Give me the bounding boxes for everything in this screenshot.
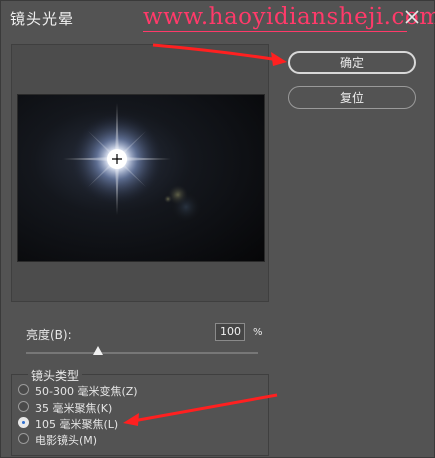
brightness-slider-thumb[interactable]	[92, 346, 103, 355]
watermark-underline	[143, 31, 407, 32]
percent-unit: %	[253, 327, 263, 338]
flare-preview[interactable]	[17, 94, 265, 262]
watermark-text: www.haoyidiansheji.com	[143, 4, 435, 30]
lens-flare-dialog: 镜头光晕 www.haoyidiansheji.com 确定 复位 亮度(B):…	[0, 0, 435, 458]
radio-label: 105 毫米聚焦(L)	[35, 418, 119, 431]
ok-button[interactable]: 确定	[288, 51, 416, 74]
radio-button[interactable]	[18, 401, 29, 412]
radio-button[interactable]	[18, 384, 29, 395]
radio-label: 电影镜头(M)	[35, 434, 98, 447]
brightness-slider-track[interactable]	[26, 352, 258, 354]
radio-button-selected[interactable]	[18, 417, 29, 428]
dialog-title: 镜头光晕	[10, 10, 75, 28]
reset-button[interactable]: 复位	[288, 86, 416, 109]
close-icon[interactable]	[401, 6, 423, 28]
title-bar: 镜头光晕 www.haoyidiansheji.com	[1, 1, 435, 35]
radio-button[interactable]	[18, 433, 29, 444]
radio-label: 50-300 毫米变焦(Z)	[35, 385, 138, 398]
brightness-input[interactable]: 100	[215, 323, 245, 341]
radio-label: 35 毫米聚焦(K)	[35, 402, 113, 415]
lens-type-title: 镜头类型	[28, 367, 83, 384]
brightness-label: 亮度(B):	[26, 328, 72, 342]
